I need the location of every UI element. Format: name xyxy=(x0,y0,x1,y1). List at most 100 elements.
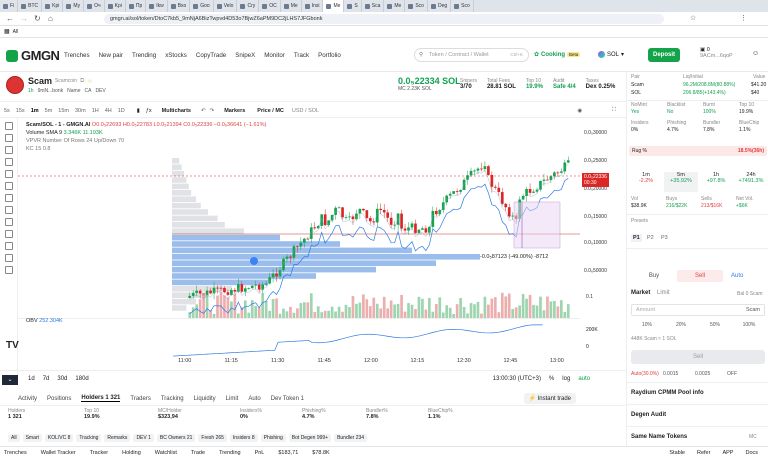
amount-input[interactable]: Amount Scam xyxy=(631,304,765,316)
fullscreen-icon[interactable]: ⛶ xyxy=(612,107,616,114)
auto-setting[interactable]: OFF xyxy=(727,371,737,377)
order-type-limit[interactable]: Limit xyxy=(657,290,670,296)
range-1d[interactable]: 1d xyxy=(28,376,35,382)
holder-filter[interactable]: Smart xyxy=(22,434,42,442)
ruler-tool-icon[interactable] xyxy=(5,218,13,226)
gmgn-logo[interactable]: GMGN xyxy=(6,48,60,63)
user-icon[interactable]: ☺ xyxy=(752,50,759,57)
interval-4H[interactable]: 4H xyxy=(105,108,112,114)
nav-link-xstocks[interactable]: xStocks xyxy=(165,52,187,59)
trend-line-tool-icon[interactable] xyxy=(5,134,13,142)
holder-filter[interactable]: Fresh 265 xyxy=(198,434,227,442)
bookmarks-all[interactable]: All xyxy=(13,29,19,35)
bottom-tab[interactable]: Dev Token 1 xyxy=(271,396,304,402)
bookmarks-grid-icon[interactable]: ▦ xyxy=(4,28,10,35)
period-1h[interactable]: 1h +97.8% xyxy=(699,172,733,192)
status-item[interactable]: Holding xyxy=(122,450,141,456)
collapse-icon[interactable]: ⌄ xyxy=(2,375,18,385)
magnet-tool-icon[interactable] xyxy=(5,230,13,238)
forward-icon[interactable]: → xyxy=(20,14,28,23)
candle-type-icon[interactable]: ▮ xyxy=(137,108,140,114)
holder-filter[interactable]: Phishing xyxy=(260,434,286,442)
preset-P2[interactable]: P2 xyxy=(645,234,656,242)
auto-tab[interactable]: Auto xyxy=(731,270,743,282)
indicator-icon[interactable]: ƒx xyxy=(146,108,152,114)
crosshair-tool-icon[interactable] xyxy=(5,122,13,130)
percent-toggle[interactable]: % xyxy=(549,376,554,382)
chain-select[interactable]: SOL ▾ xyxy=(598,51,624,58)
interval-15s[interactable]: 15s xyxy=(16,108,25,114)
search-input[interactable]: Token / Contract / Wallet ⚲ Ctrl+K xyxy=(414,48,529,62)
auto-toggle[interactable]: auto xyxy=(578,376,590,382)
menu-icon[interactable]: ⋮ xyxy=(740,14,747,22)
browser-tab[interactable]: Insi xyxy=(302,0,324,12)
holder-filter[interactable]: Tracking xyxy=(76,434,102,442)
browser-tab[interactable]: Velo xyxy=(214,0,238,12)
period-1m[interactable]: 1m -2.2% xyxy=(629,172,663,192)
browser-tab[interactable]: Fi xyxy=(0,0,19,12)
reload-icon[interactable]: ↻ xyxy=(34,14,41,23)
nav-link-copytrade[interactable]: CopyTrade xyxy=(196,52,226,59)
holder-filter[interactable]: All xyxy=(8,434,20,442)
interval-5s[interactable]: 5s xyxy=(4,108,10,114)
range-180d[interactable]: 180d xyxy=(75,376,88,382)
period-24h[interactable]: 24h +7491.3% xyxy=(734,172,768,192)
undo-icon[interactable]: ↶ xyxy=(201,108,206,114)
wallet-button[interactable]: ▣ 0 9ACm...6qoP xyxy=(700,47,733,59)
browser-tab[interactable]: Му xyxy=(63,0,85,12)
star-icon[interactable]: ☆ xyxy=(690,14,696,22)
holder-filter[interactable]: BC Owners 21 xyxy=(156,434,196,442)
deposit-button[interactable]: Deposit xyxy=(648,48,680,62)
status-right-item[interactable]: Refer xyxy=(697,450,710,456)
fib-tool-icon[interactable] xyxy=(5,146,13,154)
zoom-tool-icon[interactable] xyxy=(5,206,13,214)
status-item[interactable]: $183,71 xyxy=(278,450,298,456)
nav-link-snipex[interactable]: SnipeX xyxy=(235,52,255,59)
bottom-tab[interactable]: Limit xyxy=(226,396,239,402)
token-tag-dev[interactable]: DEV xyxy=(95,88,105,94)
percent-10[interactable]: 10% xyxy=(631,320,663,330)
range-30d[interactable]: 30d xyxy=(57,376,67,382)
auto-setting[interactable]: Auto(30.0%) xyxy=(631,371,659,377)
browser-tab[interactable]: Kpi xyxy=(42,0,64,12)
eye-tool-icon[interactable] xyxy=(5,254,13,262)
status-item[interactable]: Wallet Tracker xyxy=(41,450,76,456)
status-item[interactable]: $78.8K xyxy=(312,450,329,456)
browser-tab[interactable]: OC xyxy=(259,0,281,12)
text-tool-icon[interactable] xyxy=(5,170,13,178)
back-icon[interactable]: ← xyxy=(6,14,14,23)
holder-filter[interactable]: Remarks xyxy=(104,434,131,442)
bottom-tab[interactable]: Liquidity xyxy=(194,396,216,402)
status-right-item[interactable]: Docs xyxy=(745,450,758,456)
buy-tab[interactable]: Buy xyxy=(631,270,677,282)
token-tag-name[interactable]: Name xyxy=(67,88,80,94)
token-creator[interactable]: 9mN...bonk xyxy=(38,88,64,94)
browser-tab[interactable]: Sco xyxy=(405,0,428,12)
holder-filter[interactable]: Bot Degen 999+ xyxy=(288,434,332,442)
percent-100[interactable]: 100% xyxy=(733,320,765,330)
browser-tab[interactable]: Оч xyxy=(84,0,105,12)
trash-tool-icon[interactable] xyxy=(5,266,13,274)
percent-20[interactable]: 20% xyxy=(665,320,697,330)
browser-tab[interactable]: Goo xyxy=(190,0,214,12)
token-tag-ca[interactable]: CA xyxy=(84,88,91,94)
panel-section[interactable]: Raydium CPMM Pool info xyxy=(631,390,704,396)
status-item[interactable]: Tracker xyxy=(90,450,108,456)
browser-tab[interactable]: Cry xyxy=(237,0,260,12)
bottom-tab[interactable]: Activity xyxy=(18,396,37,402)
nav-link-track[interactable]: Track xyxy=(294,52,309,59)
nav-link-trenches[interactable]: Trenches xyxy=(64,52,90,59)
period-5m[interactable]: 5m +35.92% xyxy=(664,172,698,192)
interval-15m[interactable]: 15m xyxy=(58,108,69,114)
interval-1m[interactable]: 1m xyxy=(31,108,39,114)
markers-button[interactable]: Markers xyxy=(224,108,245,114)
sell-submit-button[interactable]: Sell xyxy=(631,350,765,364)
browser-tab[interactable]: Ikw xyxy=(146,0,168,12)
interval-1D[interactable]: 1D xyxy=(118,108,125,114)
bottom-tab[interactable]: Tracking xyxy=(161,396,184,402)
brush-tool-icon[interactable] xyxy=(5,158,13,166)
usd-sol-toggle[interactable]: USD / SOL xyxy=(292,108,319,114)
browser-tab[interactable]: Me xyxy=(323,0,345,12)
browser-tab[interactable]: BTC xyxy=(18,0,43,12)
nav-link-new-pair[interactable]: New pair xyxy=(99,52,123,59)
